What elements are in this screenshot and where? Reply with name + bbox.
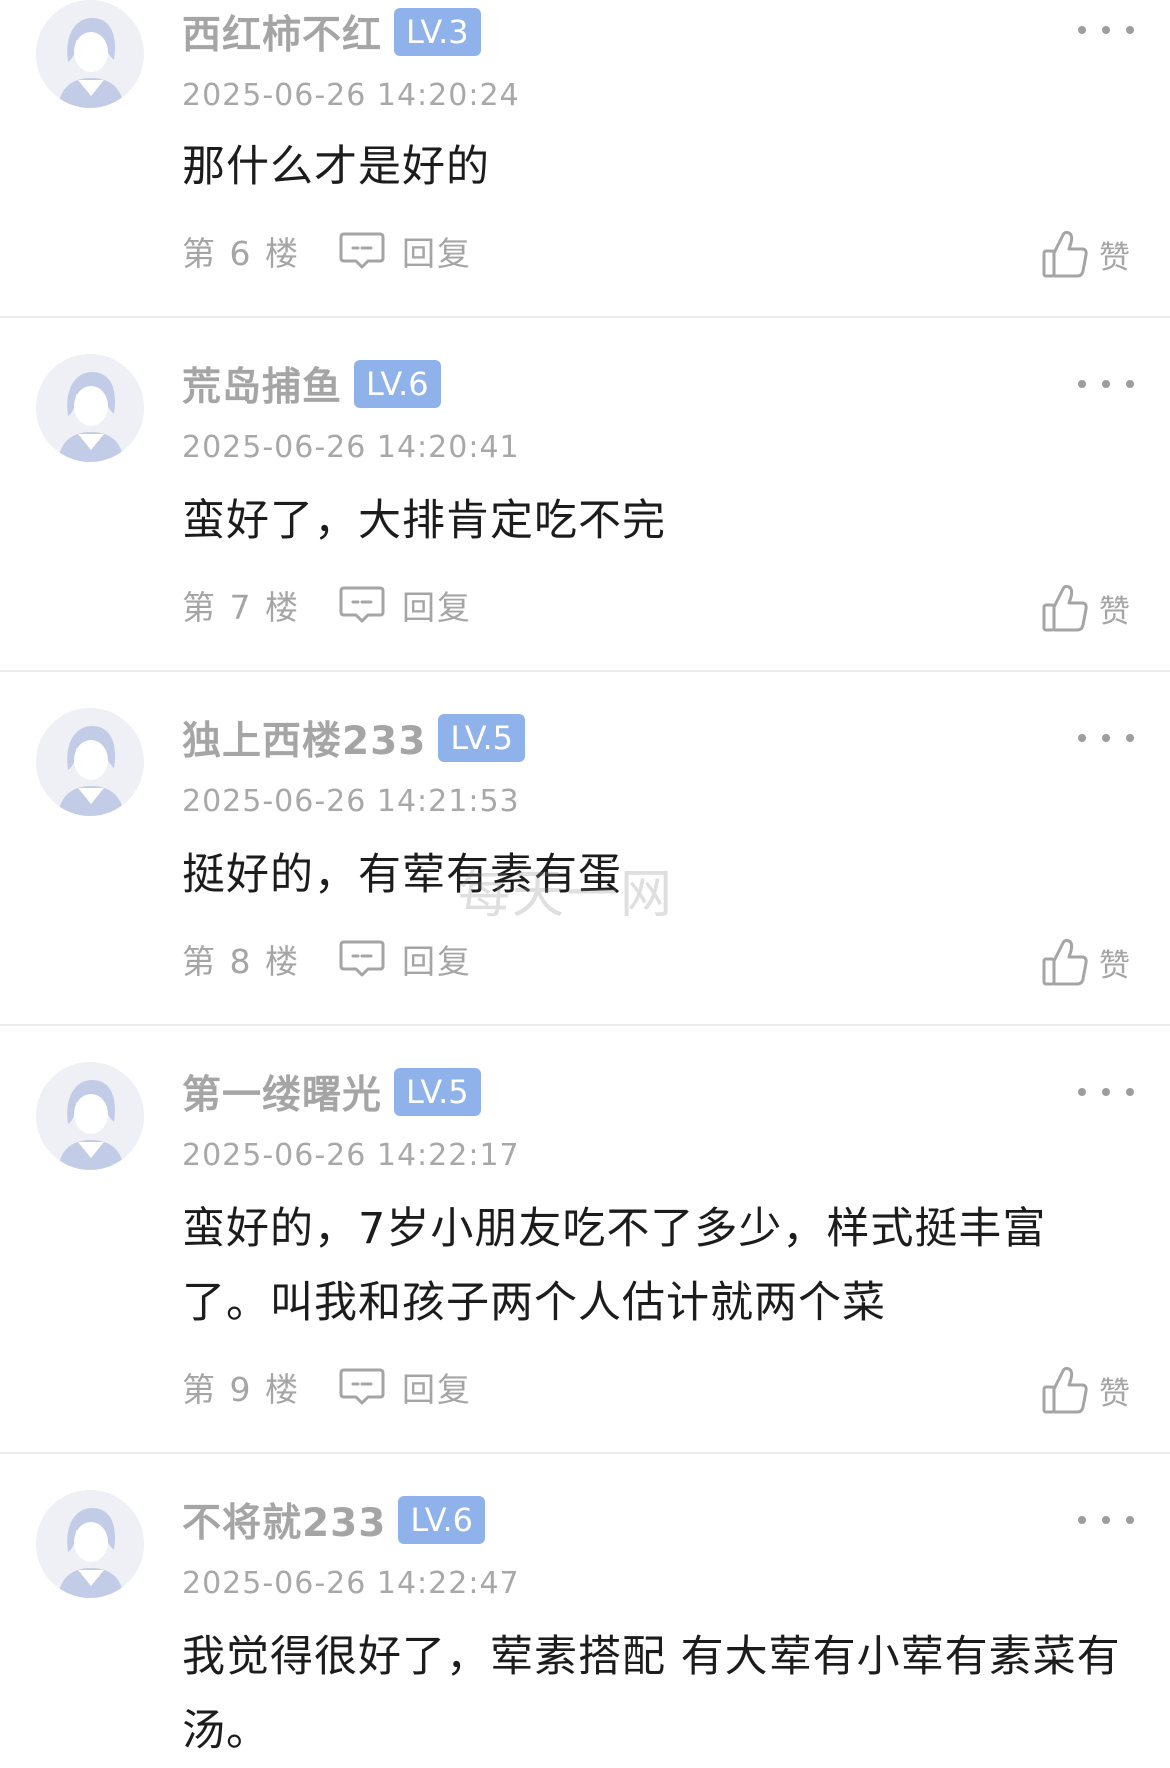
thumbs-up-icon [1042, 584, 1088, 632]
like-label: 赞 [1099, 947, 1130, 984]
like-label: 赞 [1099, 1375, 1130, 1412]
comment-item: 不将就233 LV.6 2025-06-26 14:22:47 我觉得很好了，荤… [0, 1454, 1170, 1756]
thumbs-up-icon [1042, 230, 1088, 278]
reply-button[interactable]: 回复 [338, 1363, 472, 1411]
comment-item: 荒岛捕鱼 LV.6 2025-06-26 14:20:41 蛮好了，大排肯定吃不… [0, 318, 1170, 672]
comment-content: 蛮好的，7岁小朋友吃不了多少，样式挺丰富了。叫我和孩子两个人估计就两个菜 [182, 1204, 1047, 1328]
user-avatar[interactable] [36, 1490, 144, 1598]
comment-bubble-icon [339, 586, 385, 623]
comment-footer: 第 7 楼 回复 [182, 580, 472, 630]
more-options-icon[interactable] [1078, 1082, 1134, 1102]
more-options-icon[interactable] [1078, 20, 1134, 40]
like-button[interactable]: 赞 [1041, 226, 1130, 282]
username[interactable]: 不将就233 [182, 1492, 386, 1548]
more-options-icon[interactable] [1078, 728, 1134, 748]
floor-number: 第 6 楼 [182, 234, 300, 273]
like-button[interactable]: 赞 [1041, 934, 1130, 990]
comment-timestamp: 2025-06-26 14:22:17 [182, 1138, 520, 1173]
reply-label: 回复 [401, 942, 472, 981]
comment-item: 独上西楼233 LV.5 2025-06-26 14:21:53 挺好的，有荤有… [0, 672, 1170, 1026]
username[interactable]: 独上西楼233 [182, 710, 426, 766]
level-badge: LV.5 [394, 1068, 481, 1116]
reply-button[interactable]: 回复 [338, 935, 472, 983]
level-badge: LV.5 [438, 714, 526, 762]
comment-timestamp: 2025-06-26 14:21:53 [182, 784, 520, 819]
comment-footer: 第 8 楼 回复 [182, 934, 472, 984]
level-badge: LV.3 [394, 8, 481, 56]
comment-content: 那什么才是好的 [182, 142, 490, 192]
username[interactable]: 西红柿不红 [182, 4, 382, 60]
reply-label: 回复 [401, 234, 472, 273]
username-row: 第一缕曙光 LV.5 [182, 1068, 481, 1118]
level-badge: LV.6 [354, 360, 441, 408]
floor-number: 第 9 楼 [182, 1370, 300, 1409]
comment-content: 挺好的，有荤有素有蛋 [182, 850, 622, 900]
comment-content: 我觉得很好了，荤素搭配 有大荤有小荤有素菜有汤。 [182, 1632, 1121, 1756]
like-label: 赞 [1099, 593, 1130, 630]
comment-timestamp: 2025-06-26 14:22:47 [182, 1566, 520, 1601]
thumbs-up-icon [1042, 1366, 1088, 1414]
user-avatar[interactable] [36, 1062, 144, 1170]
user-avatar[interactable] [36, 354, 144, 462]
more-options-icon[interactable] [1078, 374, 1134, 394]
username[interactable]: 第一缕曙光 [182, 1064, 382, 1120]
more-options-icon[interactable] [1078, 1510, 1134, 1530]
like-button[interactable]: 赞 [1041, 580, 1130, 636]
reply-button[interactable]: 回复 [338, 227, 472, 275]
reply-label: 回复 [401, 588, 472, 627]
reply-label: 回复 [401, 1370, 472, 1409]
user-avatar[interactable] [36, 708, 144, 816]
comment-footer: 第 6 楼 回复 [182, 226, 472, 276]
comment-content: 蛮好了，大排肯定吃不完 [182, 496, 666, 546]
comment-bubble-icon [339, 232, 385, 269]
like-label: 赞 [1099, 239, 1130, 276]
like-button[interactable]: 赞 [1041, 1362, 1130, 1418]
level-badge: LV.6 [398, 1496, 486, 1544]
user-avatar[interactable] [36, 0, 144, 108]
comment-footer: 第 9 楼 回复 [182, 1362, 472, 1412]
comment-bubble-icon [339, 940, 385, 977]
reply-button[interactable]: 回复 [338, 581, 472, 629]
username-row: 荒岛捕鱼 LV.6 [182, 360, 441, 410]
thumbs-up-icon [1042, 938, 1088, 986]
comment-timestamp: 2025-06-26 14:20:24 [182, 78, 520, 113]
username-row: 不将就233 LV.6 [182, 1496, 486, 1546]
comment-item: 西红柿不红 LV.3 2025-06-26 14:20:24 那什么才是好的 第… [0, 0, 1170, 318]
floor-number: 第 7 楼 [182, 588, 300, 627]
comment-timestamp: 2025-06-26 14:20:41 [182, 430, 520, 465]
comment-item: 第一缕曙光 LV.5 2025-06-26 14:22:17 蛮好的，7岁小朋友… [0, 1026, 1170, 1454]
username-row: 独上西楼233 LV.5 [182, 714, 526, 764]
username[interactable]: 荒岛捕鱼 [182, 356, 342, 412]
floor-number: 第 8 楼 [182, 942, 300, 981]
username-row: 西红柿不红 LV.3 [182, 8, 481, 58]
comment-bubble-icon [339, 1368, 385, 1405]
